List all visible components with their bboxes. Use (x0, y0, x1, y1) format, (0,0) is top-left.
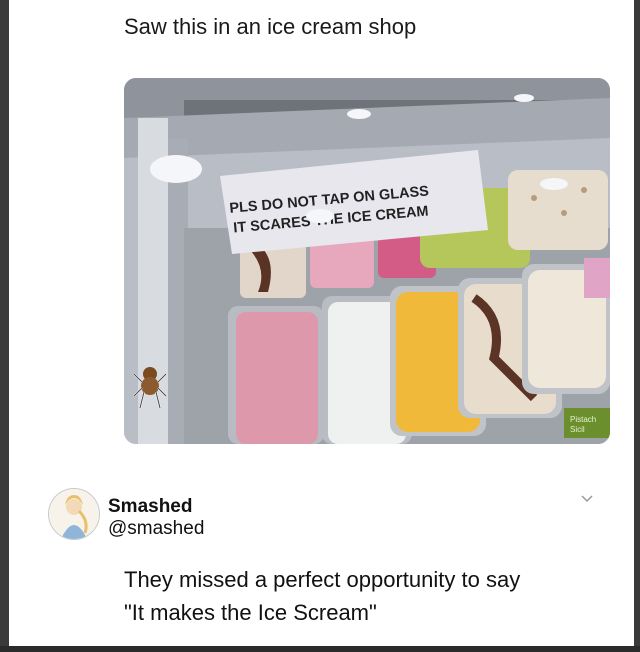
chevron-down-icon[interactable] (580, 492, 594, 506)
reply-author-handle[interactable]: @smashed (108, 518, 204, 540)
reply-author-name[interactable]: Smashed (108, 496, 192, 518)
post-card: Saw this in an ice cream shop Pistach Si… (0, 0, 640, 652)
post-photo[interactable]: Pistach Sicil PLS DO NOT TAP ON GLASS IT … (124, 78, 610, 444)
reply-tweet: Smashed @smashed (48, 488, 608, 548)
reply-text: They missed a perfect opportunity to say… (124, 563, 604, 629)
ice-cream-display-image: Pistach Sicil PLS DO NOT TAP ON GLASS IT … (124, 78, 610, 444)
post-text: Saw this in an ice cream shop (124, 14, 417, 39)
bottom-border (0, 646, 640, 652)
reply-text-line-2: "It makes the Ice Scream" (124, 600, 377, 625)
reply-text-line-1: They missed a perfect opportunity to say (124, 567, 521, 592)
left-border (0, 0, 9, 652)
avatar-cartoon-icon[interactable] (48, 488, 100, 540)
right-border (634, 0, 640, 652)
